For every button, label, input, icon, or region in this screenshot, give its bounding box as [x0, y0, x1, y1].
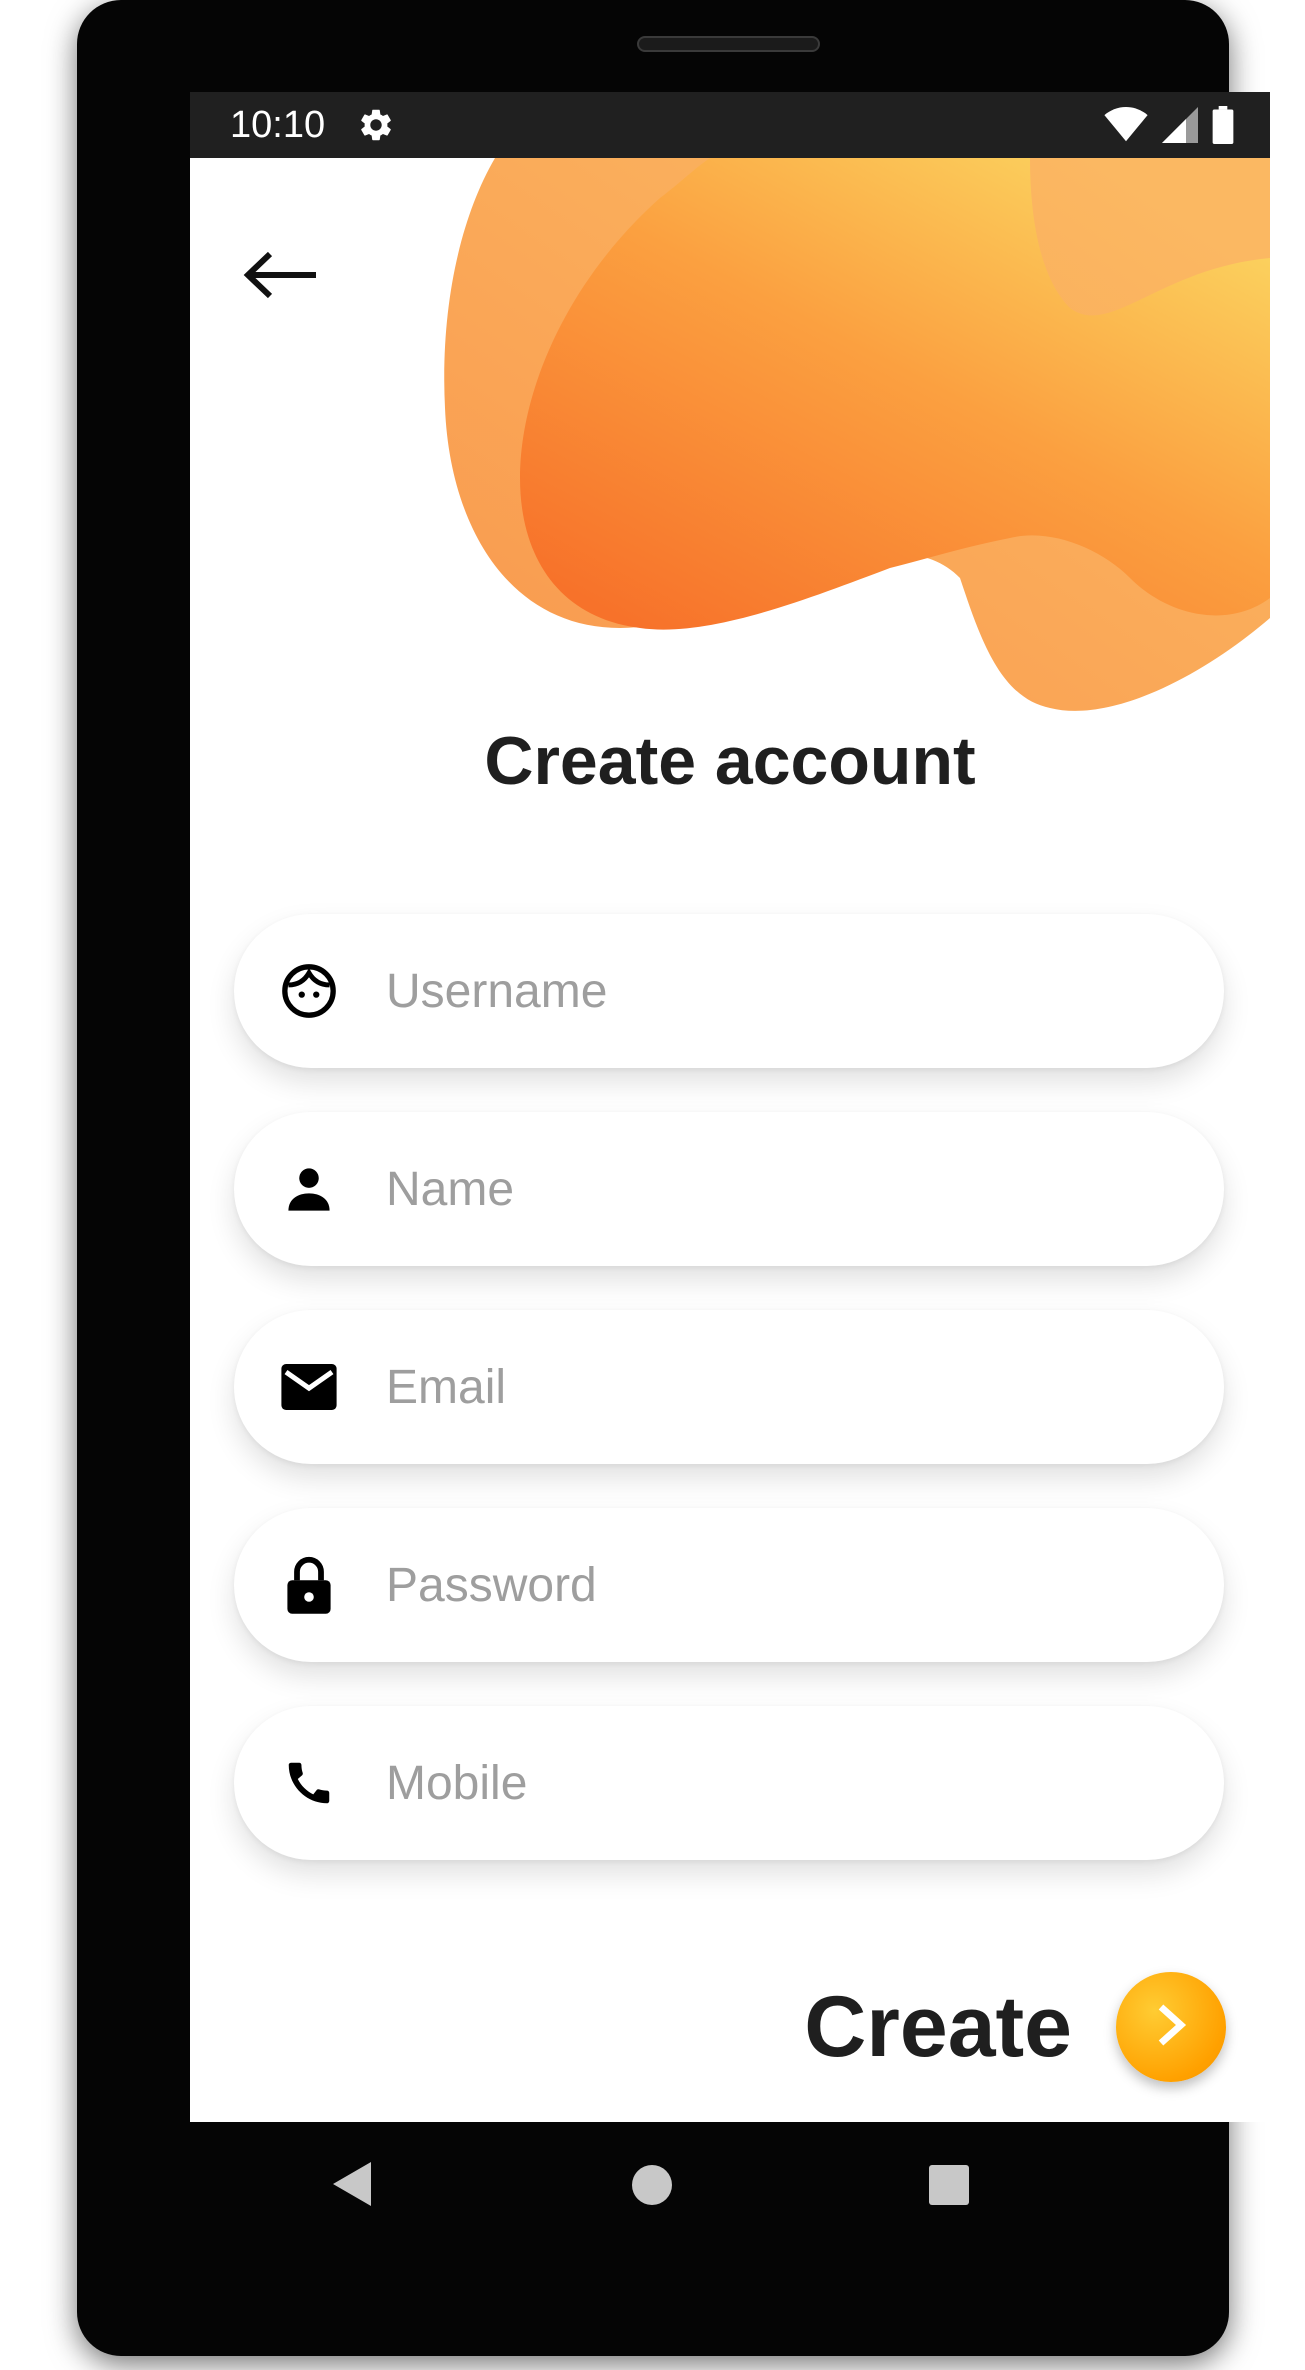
phone-icon	[280, 1754, 338, 1812]
name-field[interactable]	[234, 1112, 1224, 1266]
nav-back-button[interactable]	[329, 2160, 373, 2213]
wifi-icon	[1104, 107, 1148, 148]
person-icon	[280, 1160, 338, 1218]
create-action: Create	[804, 1972, 1226, 2082]
nav-home-button[interactable]	[631, 2164, 673, 2211]
chevron-right-icon	[1151, 2001, 1191, 2054]
mail-icon	[280, 1358, 338, 1416]
status-indicators	[1104, 106, 1234, 149]
name-input[interactable]	[386, 1139, 1146, 1239]
settings-gear-icon	[357, 106, 395, 149]
earpiece-speaker	[637, 36, 820, 52]
page-title: Create account	[484, 723, 976, 799]
back-button[interactable]	[240, 242, 320, 312]
mobile-input[interactable]	[386, 1733, 1146, 1833]
username-field[interactable]	[234, 914, 1224, 1068]
app-screen: 10:10 Create account Username Name Email…	[190, 92, 1270, 2122]
home-circle-icon	[631, 2165, 673, 2210]
recents-square-icon	[928, 2165, 970, 2210]
phone-frame: 10:10 Create account Username Name Email…	[77, 0, 1270, 2356]
lock-icon	[280, 1556, 338, 1614]
decorative-orange-blob	[444, 158, 1270, 711]
password-field[interactable]	[234, 1508, 1224, 1662]
password-input[interactable]	[386, 1535, 1146, 1635]
status-time: 10:10	[230, 104, 326, 146]
arrow-left-icon	[242, 250, 318, 305]
face-icon	[280, 962, 338, 1020]
create-label: Create	[804, 1978, 1072, 2075]
create-button[interactable]	[1116, 1972, 1226, 2082]
battery-icon	[1212, 106, 1234, 149]
email-field[interactable]	[234, 1310, 1224, 1464]
username-input[interactable]	[386, 941, 1146, 1041]
status-bar: 10:10	[190, 92, 1270, 158]
mobile-field[interactable]	[234, 1706, 1224, 1860]
signal-icon	[1162, 107, 1198, 148]
nav-recents-button[interactable]	[928, 2164, 970, 2211]
back-triangle-icon	[329, 2162, 373, 2212]
email-input[interactable]	[386, 1337, 1146, 1437]
